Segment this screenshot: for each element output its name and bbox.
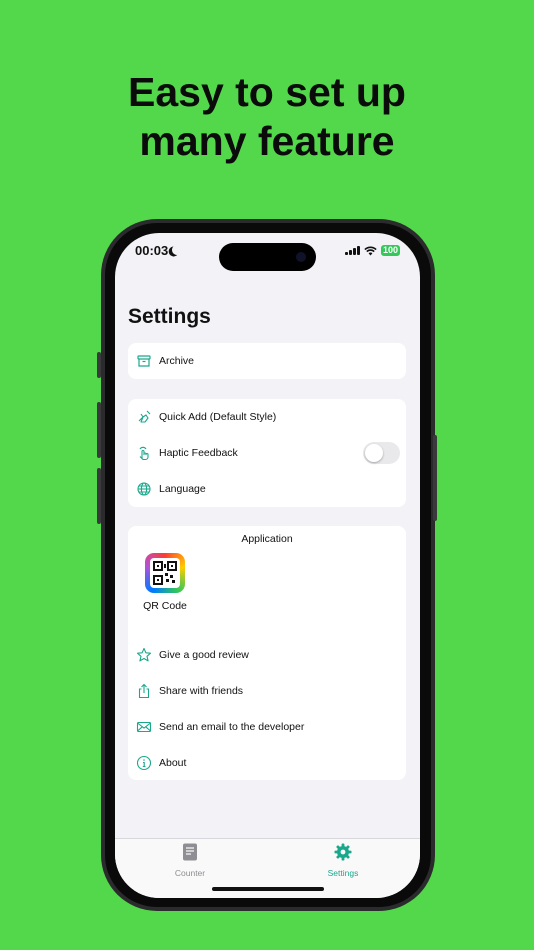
cellular-signal-icon (344, 246, 360, 255)
language-row[interactable]: Language (128, 471, 406, 507)
share-icon (136, 683, 152, 699)
preferences-card: Quick Add (Default Style) Haptic Feedbac… (128, 399, 406, 507)
qr-code-label: QR Code (143, 600, 187, 612)
dynamic-island (219, 243, 316, 271)
document-icon (183, 843, 197, 861)
about-row[interactable]: About (128, 745, 406, 781)
headline-line-1: Easy to set up (128, 69, 406, 115)
application-card: Application QR Code Give a good review S… (128, 526, 406, 780)
status-time: 00:03 (135, 243, 182, 258)
volume-down-button (97, 468, 101, 524)
envelope-icon (136, 719, 152, 735)
home-indicator[interactable] (212, 887, 324, 891)
application-section-title: Application (241, 533, 293, 545)
haptic-feedback-label: Haptic Feedback (159, 447, 238, 459)
hand-tap-icon (136, 445, 152, 461)
about-label: About (159, 757, 187, 769)
volume-up-button (97, 402, 101, 458)
toggle-knob (365, 444, 383, 462)
tab-settings[interactable]: Settings (303, 843, 383, 878)
phone-screen: 00:03 100 Settings Archive Quick Add (De… (115, 233, 420, 898)
headline-line-2: many feature (139, 118, 395, 164)
wifi-icon (364, 246, 377, 255)
page-title: Settings (128, 305, 211, 328)
qr-code-app-tile[interactable] (145, 553, 185, 593)
quick-add-label: Quick Add (Default Style) (159, 411, 277, 423)
tab-settings-label: Settings (327, 868, 359, 878)
globe-icon (136, 481, 152, 497)
silent-switch (97, 352, 101, 378)
gear-icon (334, 843, 352, 861)
status-time-text: 00:03 (135, 243, 169, 258)
archive-card: Archive (128, 343, 406, 379)
power-button (433, 435, 437, 521)
tab-counter[interactable]: Counter (150, 843, 230, 878)
star-icon (136, 647, 152, 663)
haptic-feedback-row: Haptic Feedback (128, 435, 406, 471)
qr-code-icon (150, 558, 180, 588)
give-review-row[interactable]: Give a good review (128, 637, 406, 673)
archive-label: Archive (159, 355, 195, 367)
email-developer-label: Send an email to the developer (159, 721, 305, 733)
quick-add-row[interactable]: Quick Add (Default Style) (128, 399, 406, 435)
front-camera (296, 252, 306, 262)
battery-indicator: 100 (380, 245, 400, 256)
share-friends-row[interactable]: Share with friends (128, 673, 406, 709)
haptic-feedback-toggle[interactable] (363, 442, 400, 464)
language-label: Language (159, 483, 206, 495)
moon-icon (171, 244, 183, 256)
info-icon (136, 755, 152, 771)
share-friends-label: Share with friends (159, 685, 244, 697)
archive-box-icon (136, 353, 152, 369)
email-developer-row[interactable]: Send an email to the developer (128, 709, 406, 745)
status-icons: 100 (344, 245, 400, 256)
give-review-label: Give a good review (159, 649, 249, 661)
quick-add-hand-icon (136, 409, 152, 425)
archive-row[interactable]: Archive (128, 343, 406, 379)
tab-counter-label: Counter (174, 868, 206, 878)
marketing-headline: Easy to set up many feature (0, 68, 534, 166)
